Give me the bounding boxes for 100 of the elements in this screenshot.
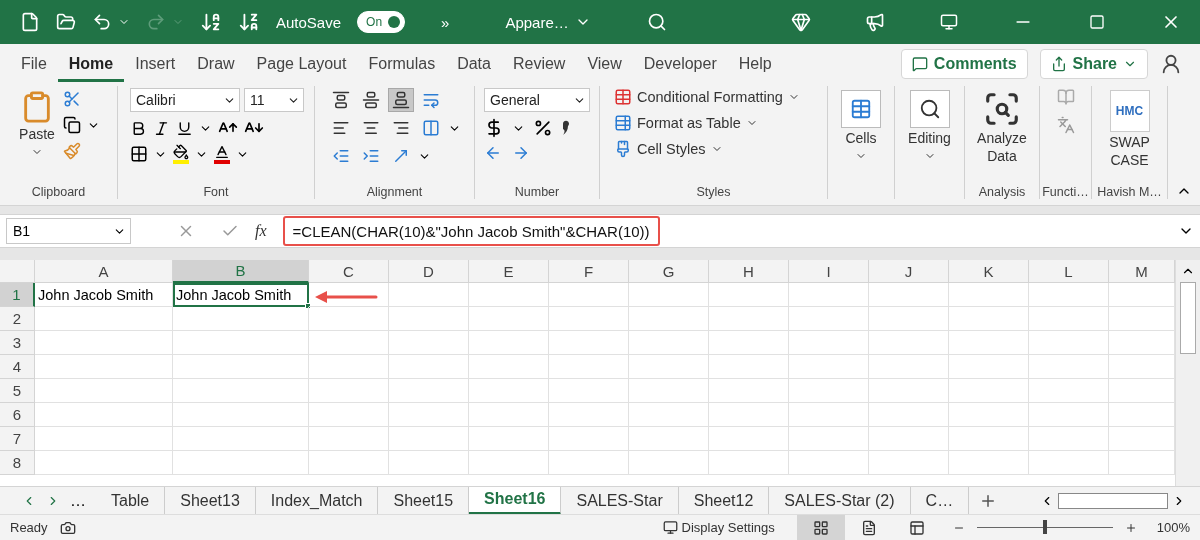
copy-icon[interactable] xyxy=(62,116,81,134)
table-cell: John Jacob Smith xyxy=(173,283,309,307)
scissors-icon[interactable] xyxy=(62,90,81,108)
styles-menu-button[interactable]: Conditional Formatting xyxy=(614,88,800,106)
grid-icon xyxy=(812,519,829,536)
view-button[interactable] xyxy=(796,514,845,540)
ribbon-tab[interactable]: Insert xyxy=(124,46,187,82)
table-icon xyxy=(614,114,632,132)
ribbon-tab[interactable]: Help xyxy=(727,46,783,82)
autosave-label: AutoSave xyxy=(276,13,342,31)
sort-descending-icon[interactable] xyxy=(238,11,260,33)
swap-case-button[interactable]: HMC SWAP CASE xyxy=(1101,88,1158,171)
top-align-icon xyxy=(332,91,350,109)
diamond-icon[interactable] xyxy=(791,12,811,32)
zoom-reading: 100% xyxy=(1156,520,1190,535)
ribbon-tab[interactable]: Page Layout xyxy=(245,46,358,82)
comma-icon[interactable] xyxy=(561,118,571,138)
ribbon-tab[interactable]: Developer xyxy=(632,46,728,82)
autosave-toggle[interactable]: On xyxy=(357,11,406,33)
row-header[interactable]: 8 xyxy=(0,451,35,475)
row-header[interactable]: 6 xyxy=(0,403,35,427)
logo: HMC xyxy=(1109,90,1150,132)
align-button[interactable] xyxy=(388,88,414,112)
speech-bubble-icon xyxy=(911,56,928,72)
underline-icon[interactable] xyxy=(176,119,193,137)
search-icon xyxy=(909,90,950,128)
ribbon-tab[interactable]: Data xyxy=(446,46,502,82)
zoom-slider-thumb[interactable] xyxy=(1042,520,1047,534)
align-center-icon xyxy=(362,119,380,137)
font-size-field[interactable]: 11 xyxy=(244,88,304,112)
maximize-icon[interactable] xyxy=(1089,14,1105,30)
indent-icon xyxy=(362,147,380,165)
column-header[interactable]: B xyxy=(173,260,309,283)
font-color-icon[interactable] xyxy=(214,144,230,164)
ribbon-tab[interactable]: Draw xyxy=(186,46,246,82)
column-header[interactable]: K xyxy=(949,260,1029,283)
ribbon-tab[interactable]: File xyxy=(10,46,58,82)
formula-field[interactable]: =CLEAN(CHAR(10)&"John Jacob Smith"&CHAR(10)) xyxy=(282,216,660,246)
italic-icon[interactable] xyxy=(153,119,170,137)
zoom-in-icon[interactable] xyxy=(1124,521,1137,534)
overflow-button[interactable]: » xyxy=(441,13,450,31)
row-header[interactable]: 5 xyxy=(0,379,35,403)
fill-handle[interactable] xyxy=(305,303,311,309)
percent-icon[interactable] xyxy=(533,118,553,138)
group-label: Havish M… xyxy=(1096,185,1163,199)
group-label: Functi… xyxy=(1041,185,1090,199)
styles-menu-button[interactable]: Format as Table xyxy=(614,114,758,132)
scroll-thumb[interactable] xyxy=(1180,282,1196,354)
comments-button[interactable]: Comments xyxy=(900,49,1028,79)
table-icon xyxy=(841,90,881,128)
paste-button[interactable]: Paste xyxy=(17,88,57,160)
column-header[interactable]: M xyxy=(1109,260,1175,283)
undo-icon[interactable] xyxy=(92,12,112,32)
table-icon xyxy=(614,88,632,106)
sheet-tab[interactable]: Sheet16 xyxy=(469,486,562,515)
megaphone-icon[interactable] xyxy=(865,12,885,32)
column-header[interactable]: H xyxy=(709,260,789,283)
ribbon-tab[interactable]: Formulas xyxy=(357,46,447,82)
column-header[interactable]: A xyxy=(35,260,173,283)
borders-icon[interactable] xyxy=(130,145,148,163)
column-header[interactable]: E xyxy=(469,260,549,283)
column-header[interactable]: F xyxy=(549,260,629,283)
name-box[interactable]: B1 xyxy=(6,218,131,244)
ribbon-tab[interactable]: Home xyxy=(57,46,125,82)
file-name[interactable]: Appare… xyxy=(505,13,569,31)
search-icon[interactable] xyxy=(646,12,667,32)
cells-button[interactable]: Cells xyxy=(839,88,883,164)
person-icon[interactable] xyxy=(1160,53,1182,75)
column-header[interactable]: C xyxy=(309,260,389,283)
more-sheets-button[interactable]: … xyxy=(70,491,86,510)
horizontal-scrollbar[interactable] xyxy=(1058,492,1168,509)
share-button[interactable]: Share xyxy=(1039,49,1148,79)
sort-ascending-icon[interactable] xyxy=(200,11,222,33)
column-header[interactable]: J xyxy=(869,260,949,283)
column-header[interactable]: L xyxy=(1029,260,1109,283)
camera-icon[interactable] xyxy=(59,519,76,536)
row-header[interactable]: 2 xyxy=(0,307,35,331)
ribbon-tab[interactable]: View xyxy=(576,46,633,82)
editing-button[interactable]: Editing xyxy=(906,88,953,164)
analyze-data-button[interactable]: Analyze Data xyxy=(971,88,1033,167)
font-name-field[interactable]: Calibri xyxy=(130,88,240,112)
group-label: Clipboard xyxy=(30,185,87,199)
number-format-field[interactable]: General xyxy=(484,88,590,112)
row-header[interactable]: 7 xyxy=(0,427,35,451)
styles-menu-button[interactable]: Cell Styles xyxy=(614,140,723,158)
insert-function-button[interactable]: fx xyxy=(245,222,277,240)
row-header[interactable]: 3 xyxy=(0,331,35,355)
brush-icon xyxy=(614,140,632,158)
fill-color-icon[interactable] xyxy=(173,144,189,164)
column-header[interactable]: I xyxy=(789,260,869,283)
column-header[interactable]: G xyxy=(629,260,709,283)
new-file-icon[interactable] xyxy=(20,12,40,32)
display-settings-button[interactable]: Display Settings xyxy=(681,520,775,535)
ribbon-tab[interactable]: Review xyxy=(501,46,577,82)
row-header[interactable]: 4 xyxy=(0,355,35,379)
row-header[interactable]: 1 xyxy=(0,283,35,307)
column-header[interactable]: D xyxy=(389,260,469,283)
folder-icon[interactable] xyxy=(56,12,76,32)
monitor-icon[interactable] xyxy=(662,520,678,535)
bottom-align-icon xyxy=(392,91,410,109)
